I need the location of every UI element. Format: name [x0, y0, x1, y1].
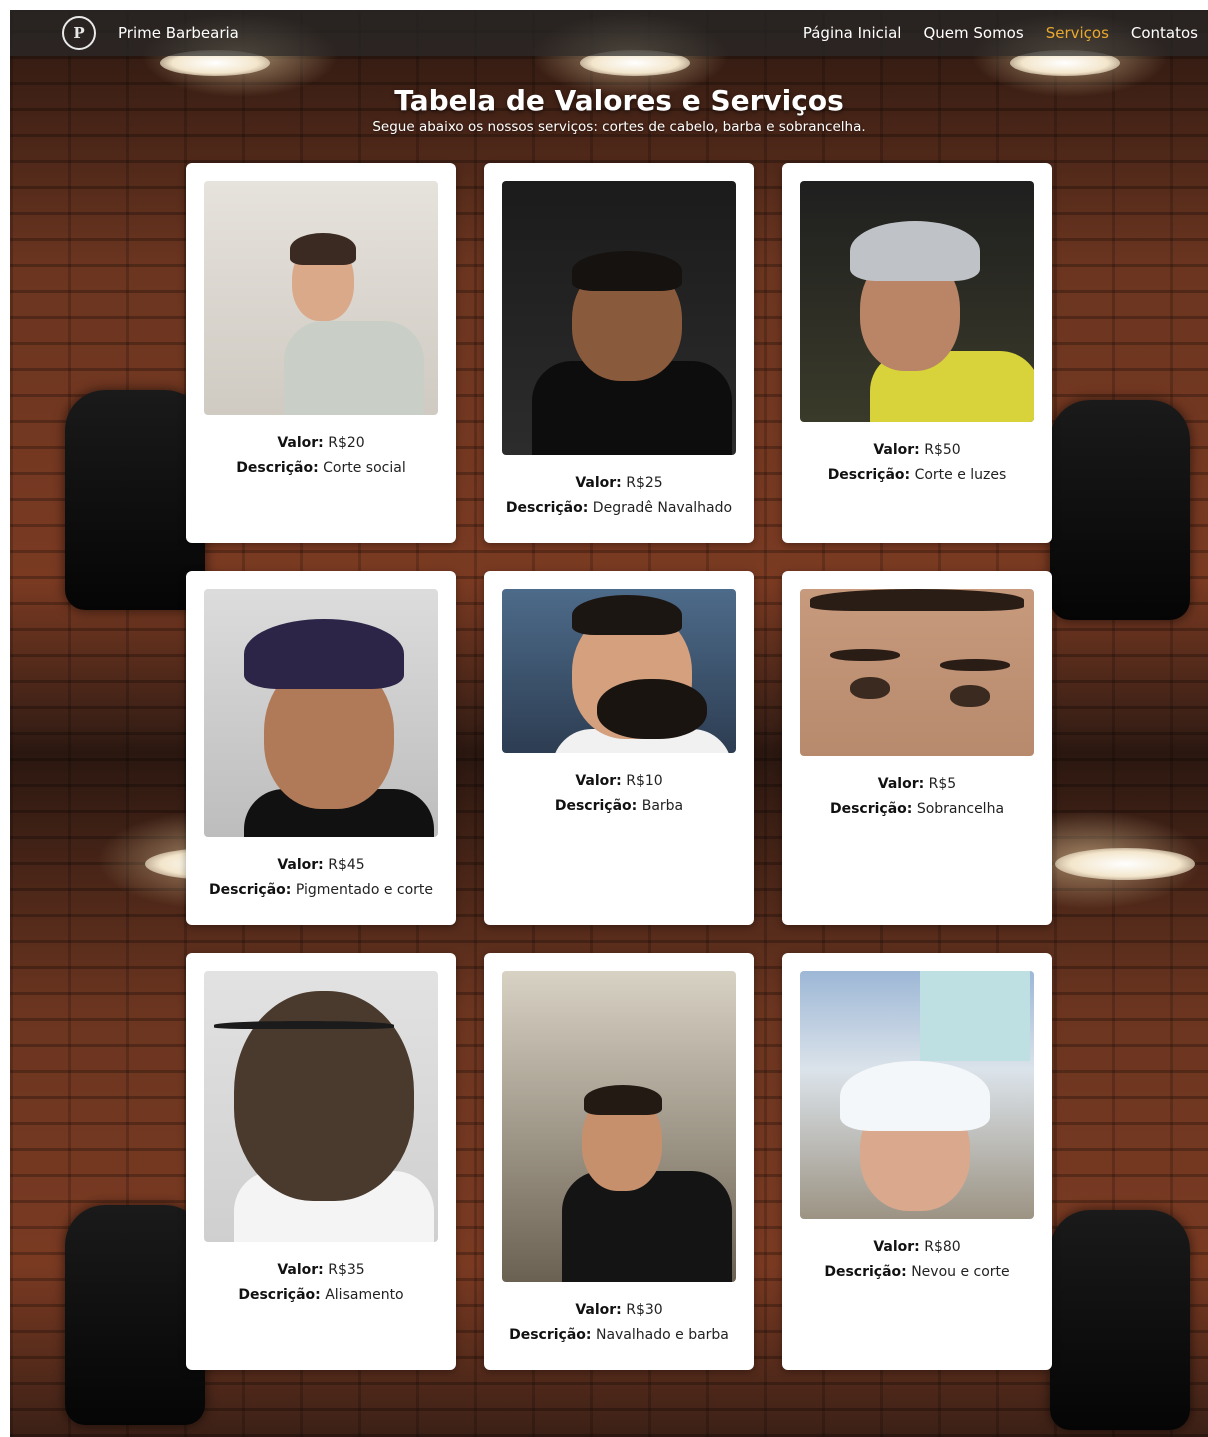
service-card: Valor: R$45 Descrição: Pigmentado e cort… [186, 571, 456, 925]
service-description: Descrição: Barba [554, 798, 684, 814]
service-photo [800, 971, 1034, 1219]
service-card: Valor: R$20 Descrição: Corte social [186, 163, 456, 543]
service-photo [502, 589, 736, 753]
barber-chair [65, 390, 205, 610]
service-photo [800, 589, 1034, 756]
service-description: Descrição: Nevou e corte [824, 1264, 1010, 1280]
service-photo [204, 589, 438, 837]
service-card: Valor: R$80 Descrição: Nevou e corte [782, 953, 1052, 1370]
service-card: Valor: R$30 Descrição: Navalhado e barba [484, 953, 754, 1370]
service-card: Valor: R$35 Descrição: Alisamento [186, 953, 456, 1370]
barber-shield-icon[interactable]: P [62, 16, 96, 50]
ceiling-lamp [1055, 848, 1195, 880]
brand-name[interactable]: Prime Barbearia [118, 24, 239, 42]
navbar: P Prime Barbearia Página Inicial Quem So… [10, 10, 1208, 56]
service-price: Valor: R$45 [277, 857, 365, 873]
nav-link-contatos[interactable]: Contatos [1131, 24, 1198, 42]
service-price: Valor: R$30 [575, 1302, 663, 1318]
service-description: Descrição: Pigmentado e corte [208, 882, 434, 898]
service-price: Valor: R$80 [873, 1239, 961, 1255]
page-subtitle: Segue abaixo os nossos serviços: cortes … [372, 119, 866, 135]
nav-link-servicos[interactable]: Serviços [1046, 24, 1109, 42]
service-price: Valor: R$20 [277, 435, 365, 451]
nav-links: Página Inicial Quem Somos Serviços Conta… [803, 24, 1198, 42]
service-card: Valor: R$50 Descrição: Corte e luzes [782, 163, 1052, 543]
service-photo [800, 181, 1034, 422]
service-description: Descrição: Sobrancelha [829, 801, 1005, 817]
service-description: Descrição: Navalhado e barba [509, 1327, 729, 1343]
service-price: Valor: R$35 [277, 1262, 365, 1278]
service-photo [204, 181, 438, 415]
service-card: Valor: R$10 Descrição: Barba [484, 571, 754, 925]
service-price: Valor: R$10 [575, 773, 663, 789]
barber-chair [1050, 400, 1190, 620]
barber-chair [1050, 1210, 1190, 1430]
barber-chair [65, 1205, 205, 1425]
service-photo [502, 181, 736, 455]
service-description: Descrição: Corte e luzes [827, 467, 1007, 483]
service-card: Valor: R$5 Descrição: Sobrancelha [782, 571, 1052, 925]
service-description: Descrição: Corte social [236, 460, 406, 476]
service-card: Valor: R$25 Descrição: Degradê Navalhado [484, 163, 754, 543]
service-description: Descrição: Degradê Navalhado [505, 500, 733, 516]
nav-link-pagina-inicial[interactable]: Página Inicial [803, 24, 902, 42]
service-price: Valor: R$25 [575, 475, 663, 491]
service-photo [204, 971, 438, 1242]
nav-link-quem-somos[interactable]: Quem Somos [923, 24, 1023, 42]
service-description: Descrição: Alisamento [238, 1287, 404, 1303]
service-price: Valor: R$50 [873, 442, 961, 458]
page-background: P Prime Barbearia Página Inicial Quem So… [10, 10, 1208, 1437]
page-title: Tabela de Valores e Serviços [394, 84, 844, 117]
service-price: Valor: R$5 [877, 776, 957, 792]
service-photo [502, 971, 736, 1282]
